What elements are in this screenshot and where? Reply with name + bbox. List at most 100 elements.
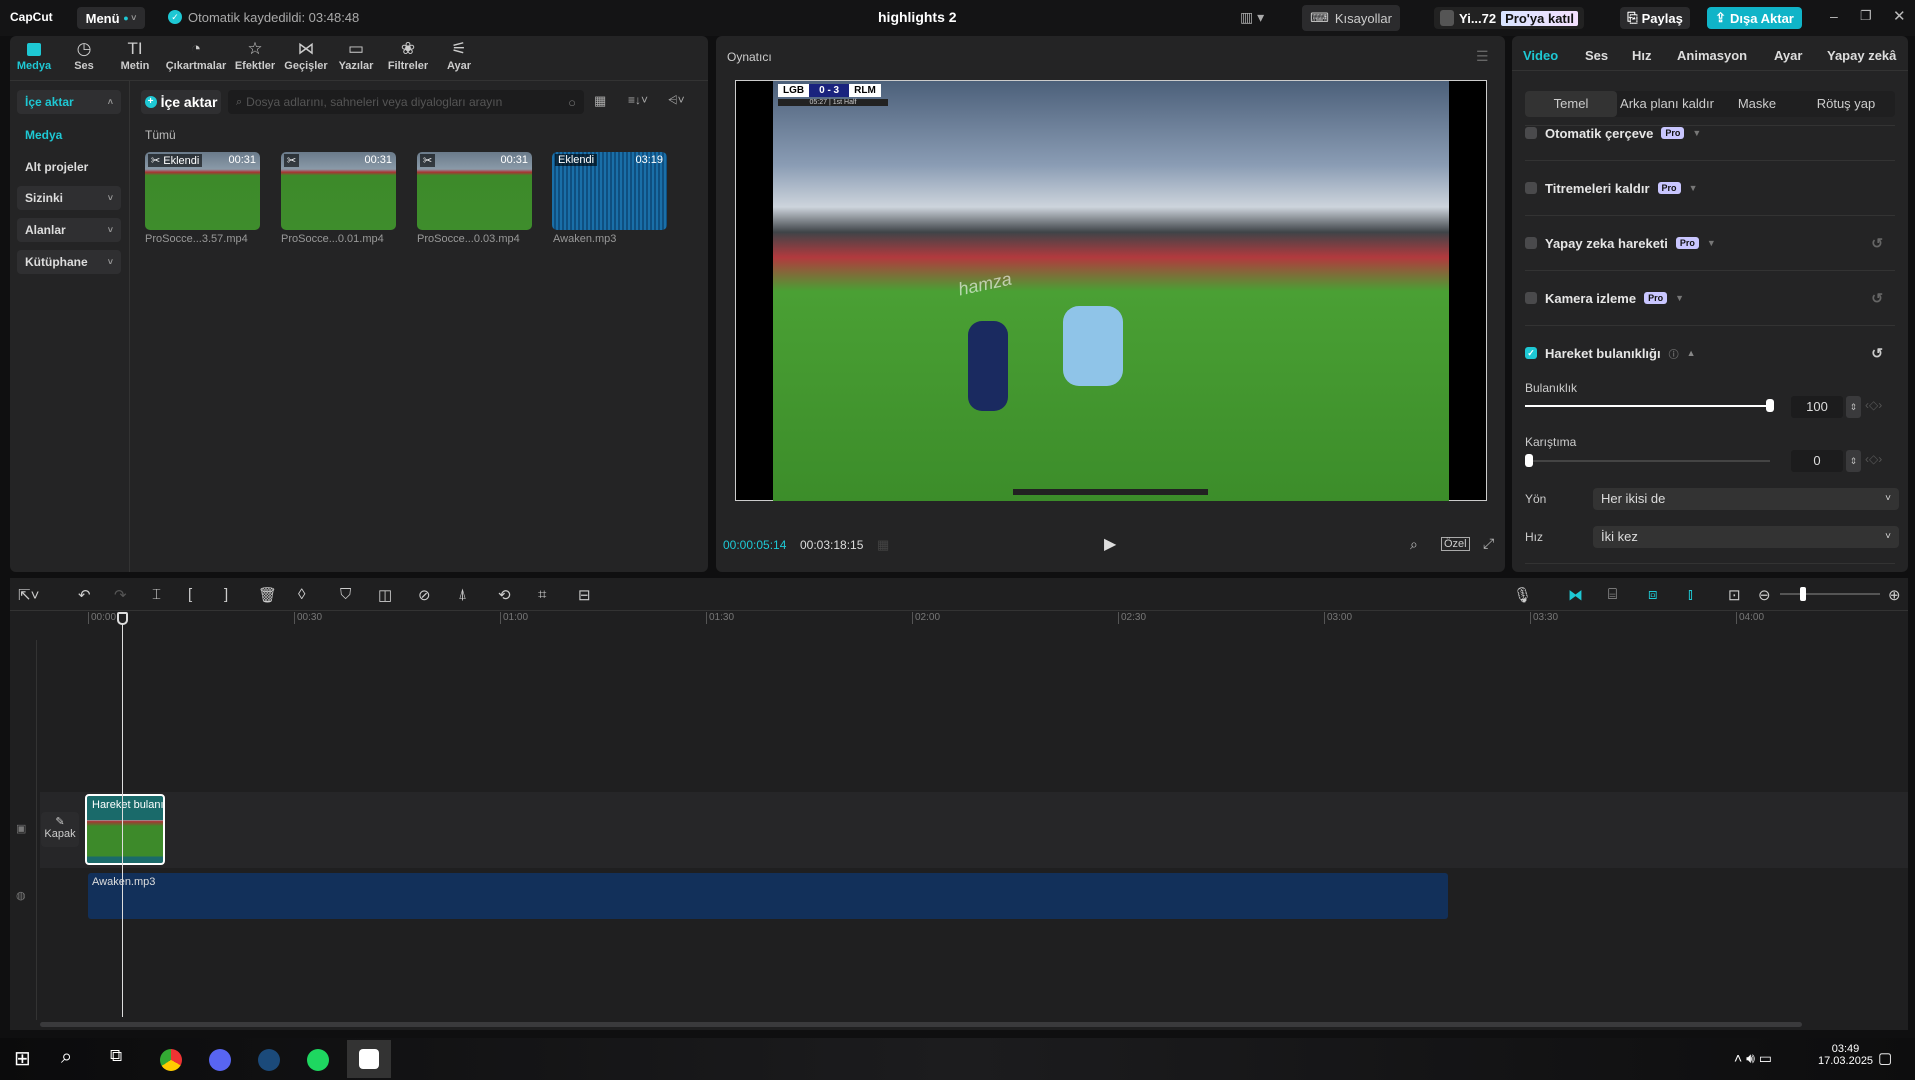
crop-icon[interactable]: ⌗ <box>538 586 546 603</box>
video-clip[interactable]: Hareket bulanıklığı <box>85 794 165 865</box>
mix-slider[interactable] <box>1525 454 1770 467</box>
split-left-icon[interactable]: [ <box>188 586 192 603</box>
fullscreen-icon[interactable]: ⤢ <box>1483 535 1494 552</box>
share-button[interactable]: ⎘ Paylaş <box>1620 7 1690 29</box>
zoom-view-icon[interactable]: ⌕ <box>1410 536 1418 553</box>
reset-icon[interactable]: ↺ <box>1871 290 1883 307</box>
export-button[interactable]: ⇪ Dışa Aktar <box>1707 7 1802 29</box>
tab-ai[interactable]: Yapay zekâ <box>1827 48 1896 63</box>
undo-icon[interactable]: ↶ <box>78 586 91 604</box>
close-button[interactable]: ✕ <box>1893 7 1906 25</box>
play-button[interactable]: ▶ <box>1104 534 1116 554</box>
layout-icon[interactable]: ▥ ▾ <box>1240 9 1264 26</box>
ai-mark-icon[interactable]: ◊ <box>298 586 305 603</box>
media-item-video-1[interactable]: ✂ Eklendi 00:31 <box>145 152 260 230</box>
media-search-input[interactable]: ⌕ Dosya adlarını, sahneleri veya diyalogl… <box>228 90 584 114</box>
windows-start-icon[interactable]: ⊞ <box>14 1046 31 1071</box>
tab-adjust[interactable]: Ayar <box>1774 48 1802 63</box>
tool-adjust[interactable]: ⚟ Ayar <box>431 38 487 72</box>
tool-media[interactable]: Medya <box>6 38 62 72</box>
select-tool-icon[interactable]: ⇱˅ <box>18 586 39 604</box>
sidebar-item-library[interactable]: Kütüphane ˅ <box>17 250 121 274</box>
checkbox[interactable] <box>1525 237 1537 249</box>
rotate-icon[interactable]: ⟲ <box>498 586 511 604</box>
subtab-mask[interactable]: Maske <box>1717 91 1797 117</box>
timecode-grid-icon[interactable]: ▦ <box>877 537 889 553</box>
split-axis-icon[interactable]: ⫾ <box>1688 586 1693 603</box>
steam-icon[interactable] <box>258 1049 280 1071</box>
media-item-audio[interactable]: Eklendi 03:19 <box>552 152 667 230</box>
microphone-icon[interactable]: 🎙︎ <box>1513 586 1532 604</box>
blur-stepper[interactable]: ⇕ <box>1846 396 1861 418</box>
zoom-out-icon[interactable]: ⊖ <box>1758 586 1771 604</box>
shortcuts-button[interactable]: ⌨ Kısayollar <box>1302 5 1400 31</box>
effect-ai-motion[interactable]: Yapay zeka hareketi Pro ▼ ↺ <box>1525 233 1895 253</box>
subtab-remove-bg[interactable]: Arka planı kaldır <box>1617 91 1717 117</box>
pro-join-badge[interactable]: Pro'ya katıl <box>1501 10 1578 26</box>
playhead[interactable] <box>117 612 128 1017</box>
preview-axis-icon[interactable]: ⧈ <box>1648 586 1658 603</box>
tray-icons[interactable]: ˄ 🔊︎ ▭ <box>1734 1050 1772 1067</box>
link-icon[interactable]: ⌸ <box>1608 586 1617 603</box>
marker-icon[interactable]: ⛉ <box>340 586 351 603</box>
chrome-icon[interactable] <box>160 1049 182 1071</box>
clock[interactable]: 03:49 17.03.2025 <box>1818 1043 1873 1067</box>
checkbox[interactable] <box>1525 292 1537 304</box>
magnet-icon[interactable]: ⧓ <box>1568 586 1583 604</box>
project-title[interactable]: highlights 2 <box>878 9 957 25</box>
split-icon[interactable]: ⌶ <box>152 586 161 603</box>
mix-value-input[interactable]: 0 <box>1791 450 1843 472</box>
discord-icon[interactable] <box>209 1049 231 1071</box>
timeline-scrollbar[interactable] <box>40 1022 1802 1027</box>
account-button[interactable]: Yi...72 Pro'ya katıl <box>1434 7 1584 29</box>
tool-audio[interactable]: ◷ Ses <box>56 38 112 72</box>
sidebar-item-yours[interactable]: Sizinki ˅ <box>17 186 121 210</box>
filter-all[interactable]: Tümü <box>145 128 176 142</box>
effect-stabilize[interactable]: Titremeleri kaldır Pro ▼ <box>1525 178 1895 198</box>
sidebar-item-media[interactable]: Medya <box>17 123 121 147</box>
timeline-zoom-slider[interactable] <box>1780 587 1880 601</box>
reverse-icon[interactable]: ⊘ <box>418 586 431 604</box>
zoom-in-icon[interactable]: ⊕ <box>1888 586 1901 604</box>
mix-stepper[interactable]: ⇕ <box>1846 450 1861 472</box>
minimize-button[interactable]: – <box>1830 8 1838 24</box>
video-preview[interactable]: LGB 0 - 3 RLM 05:27 | 1st Half hamza <box>735 80 1487 501</box>
blur-slider[interactable] <box>1525 399 1774 412</box>
speed-select[interactable]: İki kez ˅ <box>1593 526 1899 548</box>
tool-effects[interactable]: ☆ Efektler <box>227 38 283 72</box>
checkbox[interactable] <box>1525 182 1537 194</box>
search-icon[interactable]: ⌕ <box>61 1046 72 1069</box>
import-button[interactable]: + İçe aktar <box>141 90 221 114</box>
capcut-taskbar-icon[interactable] <box>347 1040 391 1078</box>
subtab-retouch[interactable]: Rötuş yap <box>1797 91 1895 117</box>
sidebar-item-spaces[interactable]: Alanlar ˅ <box>17 218 121 242</box>
menu-button[interactable]: Menü ● ˅ <box>77 7 145 29</box>
reset-icon[interactable]: ↺ <box>1871 235 1883 252</box>
task-view-icon[interactable]: ⧉ <box>110 1046 122 1066</box>
filter-icon[interactable]: ⩤˅ <box>668 93 685 108</box>
effect-auto-reframe[interactable]: Otomatik çerçeve Pro ▼ <box>1525 123 1895 143</box>
tool-text[interactable]: TI Metin <box>107 38 163 72</box>
tab-video[interactable]: Video <box>1523 48 1558 63</box>
audio-clip[interactable]: Awaken.mp3 <box>88 873 1448 919</box>
ratio-button[interactable]: Özel <box>1441 537 1470 551</box>
mirror-icon[interactable]: ⍋ <box>458 586 467 603</box>
blur-value-input[interactable]: 100 <box>1791 396 1843 418</box>
tab-animation[interactable]: Animasyon <box>1677 48 1747 63</box>
direction-select[interactable]: Her ikisi de ˅ <box>1593 488 1899 510</box>
checkbox[interactable] <box>1525 127 1537 139</box>
spotify-icon[interactable] <box>307 1049 329 1071</box>
notification-icon[interactable]: ▢ <box>1878 1049 1892 1067</box>
checkbox-checked[interactable]: ✓ <box>1525 347 1537 359</box>
sidebar-item-subprojects[interactable]: Alt projeler <box>17 155 121 179</box>
remove-bg-icon[interactable]: ⊟ <box>578 586 591 604</box>
maximize-button[interactable]: ❐ <box>1860 8 1872 24</box>
split-right-icon[interactable]: ] <box>224 586 228 603</box>
delete-icon[interactable]: 🗑︎ <box>258 586 277 604</box>
tool-filters[interactable]: ❀ Filtreler <box>380 38 436 72</box>
keyframe-icon[interactable]: ‹◇› <box>1865 452 1882 466</box>
player-menu-icon[interactable]: ☰ <box>1476 48 1489 65</box>
cover-button[interactable]: ✎ Kapak <box>41 812 79 847</box>
tool-transitions[interactable]: ⋈ Geçişler <box>278 38 334 72</box>
media-item-video-2[interactable]: ✂ 00:31 <box>281 152 396 230</box>
